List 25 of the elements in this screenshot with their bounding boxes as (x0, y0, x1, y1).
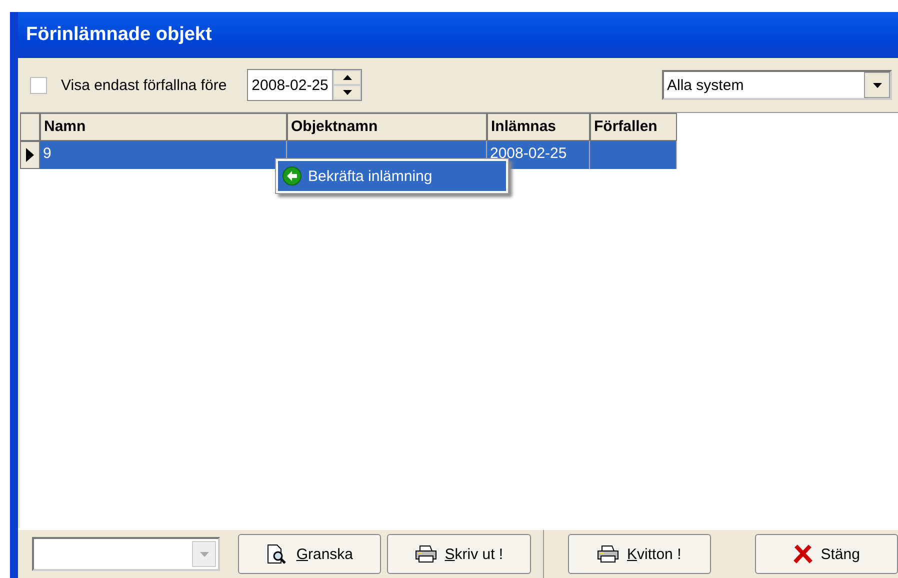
column-header[interactable]: Förfallen (590, 113, 677, 141)
print-button[interactable]: Skriv ut ! (387, 534, 531, 574)
row-pointer-icon (26, 148, 34, 162)
down-arrow-icon[interactable] (342, 90, 352, 95)
checkbox-label: Visa endast förfallna före (61, 76, 227, 94)
dropdown-arrow-icon[interactable] (872, 82, 882, 88)
menu-item[interactable]: Bekräfta inlämning (278, 161, 506, 191)
up-arrow-icon[interactable] (342, 75, 352, 80)
checkbox[interactable] (30, 76, 47, 94)
dropdown[interactable] (32, 537, 220, 571)
table-cell: 2008-02-25 (487, 141, 590, 169)
column-header[interactable]: Inlämnas (487, 113, 590, 141)
close-icon (792, 544, 813, 564)
printer-icon (597, 545, 620, 563)
preview-button[interactable]: Granska (238, 534, 382, 574)
system-dropdown[interactable]: Alla system (662, 70, 892, 100)
window-title: Förinlämnade objekt (26, 24, 212, 46)
document-magnifier-icon (266, 544, 288, 564)
close-button[interactable]: Stäng (754, 534, 898, 574)
column-header[interactable]: Objektnamn (287, 113, 487, 141)
date-spinner[interactable]: 2008-02-25 (246, 69, 362, 101)
print-button[interactable]: Kvitton ! (568, 534, 711, 574)
table-cell: 9 (40, 141, 287, 169)
column-header[interactable]: Namn (40, 113, 287, 141)
printer-icon (414, 545, 437, 563)
